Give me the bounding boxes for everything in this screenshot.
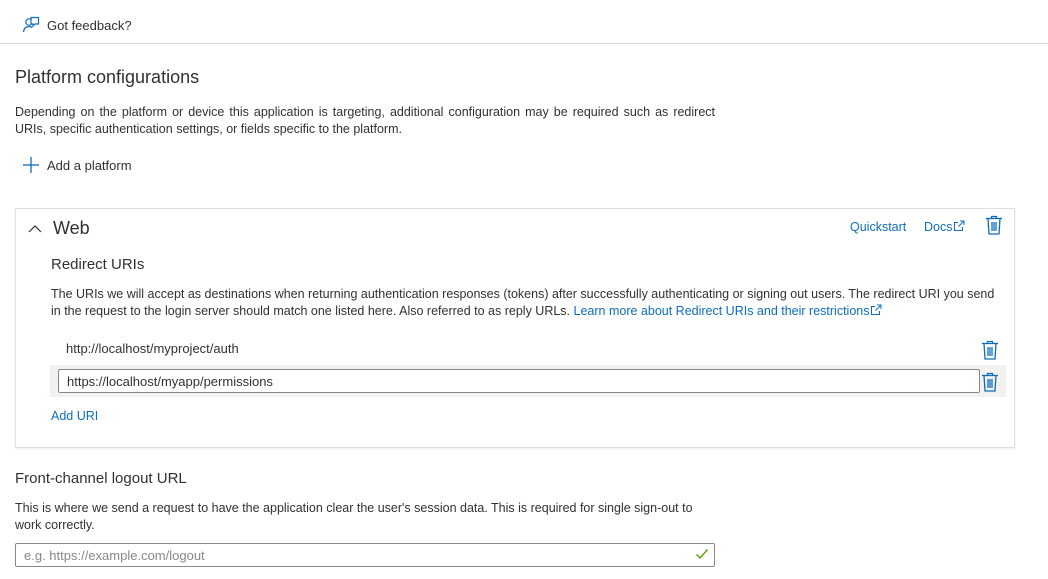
plus-icon	[22, 156, 40, 174]
web-card-title: Web	[53, 218, 90, 238]
logout-url-title: Front-channel logout URL	[15, 470, 187, 487]
redirect-uri-item[interactable]: http://localhost/myproject/auth	[66, 341, 239, 356]
redirect-uris-title: Redirect URIs	[51, 256, 145, 273]
quickstart-link[interactable]: Quickstart	[850, 220, 906, 234]
page-title: Platform configurations	[15, 67, 200, 87]
platform-description: Depending on the platform or device this…	[15, 105, 715, 136]
delete-uri-button[interactable]	[981, 372, 999, 392]
docs-label: Docs	[924, 220, 953, 234]
feedback-bar: Got feedback?	[0, 0, 1048, 44]
learn-more-redirect-link[interactable]: Learn more about Redirect URIs and their…	[574, 304, 883, 318]
delete-platform-button[interactable]	[985, 215, 1003, 235]
feedback-icon[interactable]	[22, 16, 40, 34]
chevron-up-icon[interactable]	[27, 221, 43, 237]
checkmark-icon	[695, 547, 709, 561]
redirect-uri-input[interactable]	[58, 369, 980, 393]
got-feedback-link[interactable]: Got feedback?	[47, 18, 132, 33]
add-uri-link[interactable]: Add URI	[51, 409, 98, 423]
docs-link[interactable]: Docs	[924, 220, 965, 234]
delete-uri-button[interactable]	[981, 340, 999, 360]
redirect-uris-description: The URIs we will accept as destinations …	[51, 286, 1001, 320]
logout-url-description: This is where we send a request to have …	[15, 501, 693, 532]
external-link-icon	[870, 304, 882, 316]
logout-url-input[interactable]	[15, 543, 715, 567]
web-platform-card: Web Quickstart Docs Redirect URIs The UR…	[15, 208, 1015, 448]
learn-more-label: Learn more about Redirect URIs and their…	[573, 304, 870, 318]
external-link-icon	[953, 220, 965, 232]
add-platform-label: Add a platform	[47, 158, 132, 173]
